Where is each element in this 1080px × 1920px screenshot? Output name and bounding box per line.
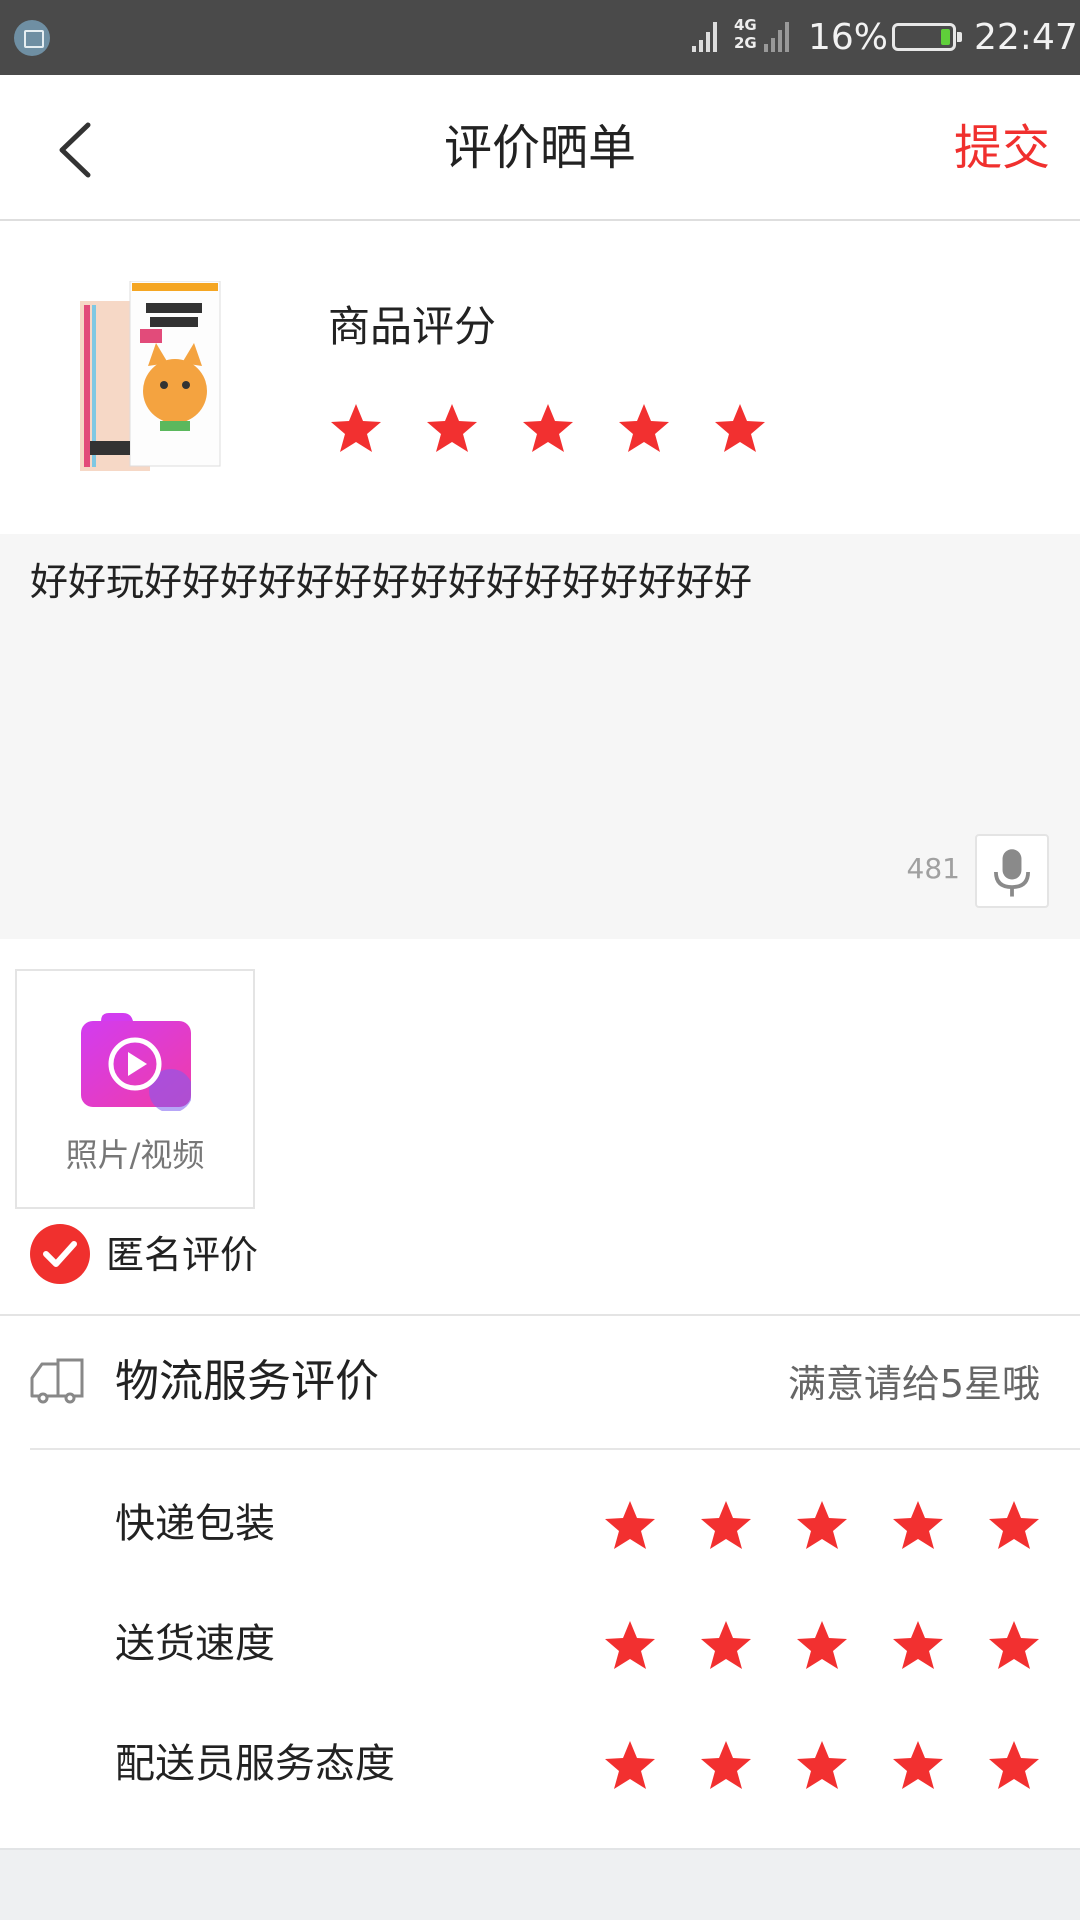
battery-percent: 16% [808,17,889,58]
review-textarea[interactable]: 好好玩好好好好好好好好好好好好好好好好 481 [0,534,1080,939]
status-bar: 4G 2G 16% 22:47 [0,0,1080,75]
signal-icon [692,22,717,52]
checkmark-icon[interactable] [30,1224,90,1284]
clock: 22:47 [974,17,1078,58]
screenshot-icon [14,20,50,56]
star-icon[interactable] [602,1618,658,1674]
courier-service-star-rating[interactable] [602,1738,1080,1794]
star-icon[interactable] [890,1738,946,1794]
star-icon[interactable] [794,1738,850,1794]
product-star-rating[interactable] [328,401,808,457]
product-rating-label: 商品评分 [328,302,497,351]
add-photo-video-button[interactable]: 照片/视频 [15,969,255,1209]
star-icon[interactable] [698,1618,754,1674]
star-icon[interactable] [986,1498,1042,1554]
remaining-char-count: 481 [906,852,960,885]
star-icon[interactable] [890,1618,946,1674]
bottom-spacer [0,1848,1080,1920]
star-icon[interactable] [616,401,672,457]
product-thumbnail [80,281,221,471]
signal-secondary-icon [764,22,789,52]
star-icon[interactable] [328,401,384,457]
star-icon[interactable] [602,1498,658,1554]
rating-label: 配送员服务态度 [115,1741,395,1787]
star-icon[interactable] [986,1738,1042,1794]
logistics-rating-section: 物流服务评价 满意请给5星哦 快递包装 送货速度 配送员服务态度 [0,1314,1080,1848]
rating-label: 送货速度 [115,1621,275,1667]
add-photo-video-label: 照片/视频 [65,1136,205,1174]
page-title: 评价晒单 [443,120,636,176]
review-text[interactable]: 好好玩好好好好好好好好好好好好好好好好 [30,554,1050,610]
rating-row-courier-service: 配送员服务态度 [0,1708,1080,1828]
camera-video-icon [81,1013,191,1111]
anonymous-review-label: 匿名评价 [106,1233,259,1277]
star-icon[interactable] [520,401,576,457]
star-icon[interactable] [794,1618,850,1674]
star-icon[interactable] [698,1498,754,1554]
submit-button[interactable]: 提交 [954,115,1050,181]
rating-row-delivery-speed: 送货速度 [0,1588,1080,1708]
logistics-header: 物流服务评价 满意请给5星哦 [0,1316,1080,1448]
star-icon[interactable] [794,1498,850,1554]
product-rating-section: 商品评分 [0,221,1080,534]
battery-level [940,29,950,45]
logistics-title: 物流服务评价 [115,1356,379,1407]
star-icon[interactable] [712,401,768,457]
star-icon[interactable] [986,1618,1042,1674]
star-icon[interactable] [698,1738,754,1794]
truck-icon [30,1358,84,1404]
star-icon[interactable] [890,1498,946,1554]
rating-row-packaging: 快递包装 [0,1468,1080,1588]
delivery-speed-star-rating[interactable] [602,1618,1080,1674]
microphone-icon [994,849,1030,897]
divider [30,1448,1080,1450]
rating-label: 快递包装 [115,1501,275,1547]
network-type: 4G 2G [734,16,757,52]
media-section: 照片/视频 匿名评价 [0,939,1080,1314]
voice-input-button[interactable] [975,834,1049,908]
nav-bar: 评价晒单 提交 [0,75,1080,221]
logistics-hint: 满意请给5星哦 [787,1362,1040,1406]
star-icon[interactable] [424,401,480,457]
star-icon[interactable] [602,1738,658,1794]
battery-icon [892,23,962,51]
packaging-star-rating[interactable] [602,1498,1080,1554]
